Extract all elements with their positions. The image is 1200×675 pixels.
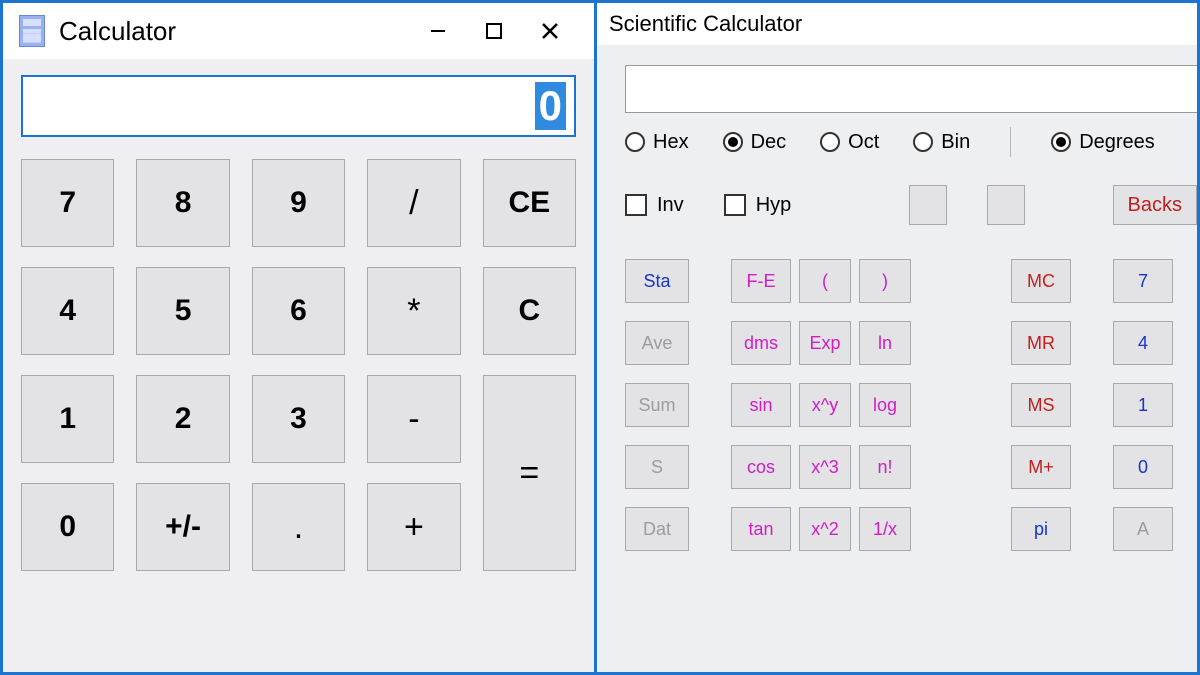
radio-icon	[723, 132, 743, 152]
radio-hex[interactable]: Hex	[625, 131, 689, 154]
key-equals[interactable]: =	[483, 375, 576, 571]
key-multiply[interactable]: *	[367, 267, 460, 355]
key-ms[interactable]: MS	[1011, 383, 1071, 427]
indicator-box	[987, 185, 1025, 225]
basic-calculator-window: Calculator 0 7 8 9 / CE 4	[0, 0, 597, 675]
key-d7[interactable]: 7	[1113, 259, 1173, 303]
key-pi[interactable]: pi	[1011, 507, 1071, 551]
key-x2[interactable]: x^2	[799, 507, 851, 551]
backspace-button[interactable]: Backs	[1113, 185, 1197, 225]
key-sta[interactable]: Sta	[625, 259, 689, 303]
key-0[interactable]: 0	[21, 483, 114, 571]
key-add[interactable]: +	[367, 483, 460, 571]
key-sum[interactable]: Sum	[625, 383, 689, 427]
basic-display[interactable]: 0	[21, 75, 576, 137]
key-7[interactable]: 7	[21, 159, 114, 247]
close-button[interactable]	[522, 11, 578, 51]
basic-titlebar: Calculator	[3, 3, 594, 59]
key-mc[interactable]: MC	[1011, 259, 1071, 303]
key-exp[interactable]: Exp	[799, 321, 851, 365]
key-4[interactable]: 4	[21, 267, 114, 355]
radio-label: Dec	[751, 131, 787, 154]
key-tan[interactable]: tan	[731, 507, 791, 551]
sci-window-title: Scientific Calculator	[609, 11, 802, 37]
key-1[interactable]: 1	[21, 375, 114, 463]
minimize-button[interactable]	[410, 11, 466, 51]
key-recip[interactable]: 1/x	[859, 507, 911, 551]
key-6[interactable]: 6	[252, 267, 345, 355]
key-d0[interactable]: 0	[1113, 445, 1173, 489]
key-a[interactable]: A	[1113, 507, 1173, 551]
key-x3[interactable]: x^3	[799, 445, 851, 489]
key-c[interactable]: C	[483, 267, 576, 355]
radio-oct[interactable]: Oct	[820, 131, 879, 154]
checkbox-icon	[724, 194, 746, 216]
key-dms[interactable]: dms	[731, 321, 791, 365]
key-subtract[interactable]: -	[367, 375, 460, 463]
key-3[interactable]: 3	[252, 375, 345, 463]
sci-keypad: Sta F-E ( ) MC 7 Ave dms Exp ln MR 4	[625, 259, 1197, 551]
key-d4[interactable]: 4	[1113, 321, 1173, 365]
key-xy[interactable]: x^y	[799, 383, 851, 427]
key-8[interactable]: 8	[136, 159, 229, 247]
modifier-row: Inv Hyp Backs	[625, 185, 1197, 225]
checkbox-icon	[625, 194, 647, 216]
key-log[interactable]: log	[859, 383, 911, 427]
radio-label: Hex	[653, 131, 689, 154]
key-lparen[interactable]: (	[799, 259, 851, 303]
key-cos[interactable]: cos	[731, 445, 791, 489]
checkbox-label: Inv	[657, 194, 684, 217]
radio-icon	[820, 132, 840, 152]
maximize-button[interactable]	[466, 11, 522, 51]
key-ln[interactable]: ln	[859, 321, 911, 365]
key-ce[interactable]: CE	[483, 159, 576, 247]
radio-label: Oct	[848, 131, 879, 154]
radio-bin[interactable]: Bin	[913, 131, 970, 154]
number-mode-row: Hex Dec Oct Bin Degrees	[625, 127, 1197, 157]
key-s[interactable]: S	[625, 445, 689, 489]
checkbox-inv[interactable]: Inv	[625, 194, 684, 217]
key-fe[interactable]: F-E	[731, 259, 791, 303]
radio-label: Bin	[941, 131, 970, 154]
key-2[interactable]: 2	[136, 375, 229, 463]
radio-icon	[625, 132, 645, 152]
key-rparen[interactable]: )	[859, 259, 911, 303]
key-9[interactable]: 9	[252, 159, 345, 247]
key-mr[interactable]: MR	[1011, 321, 1071, 365]
radio-label: Degrees	[1079, 131, 1155, 154]
key-dot[interactable]: .	[252, 483, 345, 571]
key-sin[interactable]: sin	[731, 383, 791, 427]
checkbox-hyp[interactable]: Hyp	[724, 194, 792, 217]
radio-icon	[1051, 132, 1071, 152]
key-mplus[interactable]: M+	[1011, 445, 1071, 489]
checkbox-label: Hyp	[756, 194, 792, 217]
key-sign[interactable]: +/-	[136, 483, 229, 571]
basic-window-title: Calculator	[59, 16, 176, 47]
basic-keypad: 7 8 9 / CE 4 5 6 * C 1 2 3 - = 0 +/- . +	[21, 159, 576, 571]
radio-icon	[913, 132, 933, 152]
calculator-icon	[19, 15, 45, 47]
key-dat[interactable]: Dat	[625, 507, 689, 551]
key-5[interactable]: 5	[136, 267, 229, 355]
radio-dec[interactable]: Dec	[723, 131, 787, 154]
key-ave[interactable]: Ave	[625, 321, 689, 365]
key-divide[interactable]: /	[367, 159, 460, 247]
indicator-box	[909, 185, 947, 225]
mode-separator	[1010, 127, 1011, 157]
sci-titlebar: Scientific Calculator	[597, 3, 1197, 45]
key-nfact[interactable]: n!	[859, 445, 911, 489]
sci-display[interactable]	[625, 65, 1200, 113]
key-d1[interactable]: 1	[1113, 383, 1173, 427]
scientific-calculator-window: Scientific Calculator Hex Dec Oct	[597, 0, 1200, 675]
radio-degrees[interactable]: Degrees	[1051, 131, 1155, 154]
basic-display-value: 0	[535, 82, 566, 130]
